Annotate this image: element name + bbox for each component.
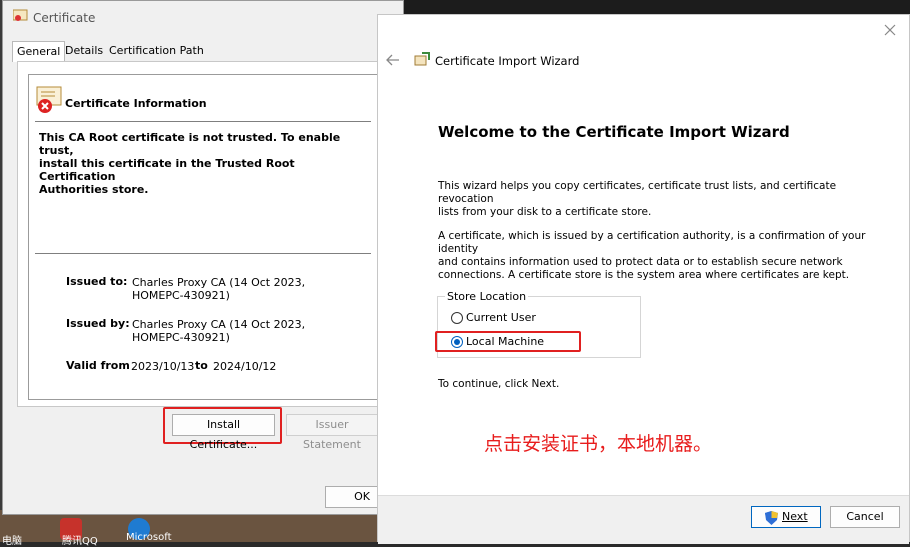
tab-details[interactable]: Details (61, 41, 107, 61)
issued-to-label: Issued to: (66, 275, 128, 288)
certificate-icon (13, 9, 28, 21)
certificate-information-heading: Certificate Information (65, 97, 207, 110)
radio-selected-dot (454, 339, 460, 345)
local-machine-radio[interactable] (451, 336, 463, 348)
desktop-label-computer[interactable]: 电脑 (2, 532, 22, 547)
paragraph-line: This wizard helps you copy certificates,… (438, 180, 837, 205)
certificate-import-wizard: Certificate Import Wizard Welcome to the… (377, 14, 910, 544)
paragraph-line: connections. A certificate store is the … (438, 269, 850, 281)
issuer-statement-button[interactable]: Issuer Statement (286, 414, 378, 451)
desktop-background-top (404, 0, 910, 14)
annotation-note: 点击安装证书，本地机器。 (484, 433, 713, 455)
valid-from-date: 2023/10/13 (131, 360, 195, 373)
general-tab-panel: Certificate Information This CA Root cer… (17, 61, 387, 407)
wizard-title: Certificate Import Wizard (435, 54, 580, 68)
store-location-label: Store Location (445, 290, 529, 303)
wizard-intro-paragraph: This wizard helps you copy certificates,… (438, 180, 878, 219)
valid-to-label: to (195, 359, 208, 372)
desktop-label-microsoft[interactable]: Microsoft (126, 532, 172, 543)
issued-by-label: Issued by: (66, 317, 130, 330)
certificate-dialog: Certificate General Details Certificatio… (2, 0, 404, 515)
desktop-label-qq[interactable]: 腾讯QQ (62, 532, 98, 547)
next-button[interactable]: Next (751, 506, 821, 528)
trust-warning-text: This CA Root certificate is not trusted.… (39, 131, 359, 196)
certificate-info-box: Certificate Information This CA Root cer… (28, 74, 378, 400)
cancel-button[interactable]: Cancel (830, 506, 900, 528)
current-user-radio[interactable] (451, 312, 463, 324)
trust-warning-line: install this certificate in the Trusted … (39, 157, 295, 183)
current-user-label[interactable]: Current User (466, 311, 536, 324)
valid-from-label: Valid from (66, 359, 130, 372)
issued-to-line: Charles Proxy CA (14 Oct 2023, (132, 276, 306, 289)
divider (35, 121, 371, 122)
dialog-title: Certificate (33, 11, 96, 25)
wizard-description-paragraph: A certificate, which is issued by a cert… (438, 230, 878, 282)
next-button-label: Next (782, 510, 808, 523)
issued-by-value: Charles Proxy CA (14 Oct 2023, HOMEPC-43… (132, 318, 305, 344)
uac-shield-icon (765, 511, 778, 525)
divider (35, 253, 371, 254)
paragraph-line: lists from your disk to a certificate st… (438, 206, 652, 218)
paragraph-line: and contains information used to protect… (438, 256, 843, 268)
wizard-footer: Next Cancel (378, 495, 909, 544)
issued-to-value: Charles Proxy CA (14 Oct 2023, HOMEPC-43… (132, 276, 305, 302)
issued-by-line: Charles Proxy CA (14 Oct 2023, (132, 318, 306, 331)
certificate-error-icon (36, 86, 62, 113)
back-arrow-icon[interactable] (386, 54, 400, 66)
continue-instruction: To continue, click Next. (438, 378, 560, 390)
close-icon[interactable] (884, 24, 896, 36)
install-certificate-button[interactable]: Install Certificate... (172, 414, 275, 451)
issued-by-line: HOMEPC-430921) (132, 331, 230, 344)
certificate-wizard-icon (414, 52, 430, 66)
local-machine-label[interactable]: Local Machine (466, 335, 544, 348)
paragraph-line: A certificate, which is issued by a cert… (438, 230, 866, 255)
trust-warning-line: Authorities store. (39, 183, 149, 196)
tab-general[interactable]: General (12, 41, 66, 62)
tab-certification-path[interactable]: Certification Path (105, 41, 208, 61)
issued-to-line: HOMEPC-430921) (132, 289, 230, 302)
valid-to-date: 2024/10/12 (213, 360, 277, 373)
wizard-heading: Welcome to the Certificate Import Wizard (438, 123, 790, 141)
trust-warning-line: This CA Root certificate is not trusted.… (39, 131, 341, 157)
